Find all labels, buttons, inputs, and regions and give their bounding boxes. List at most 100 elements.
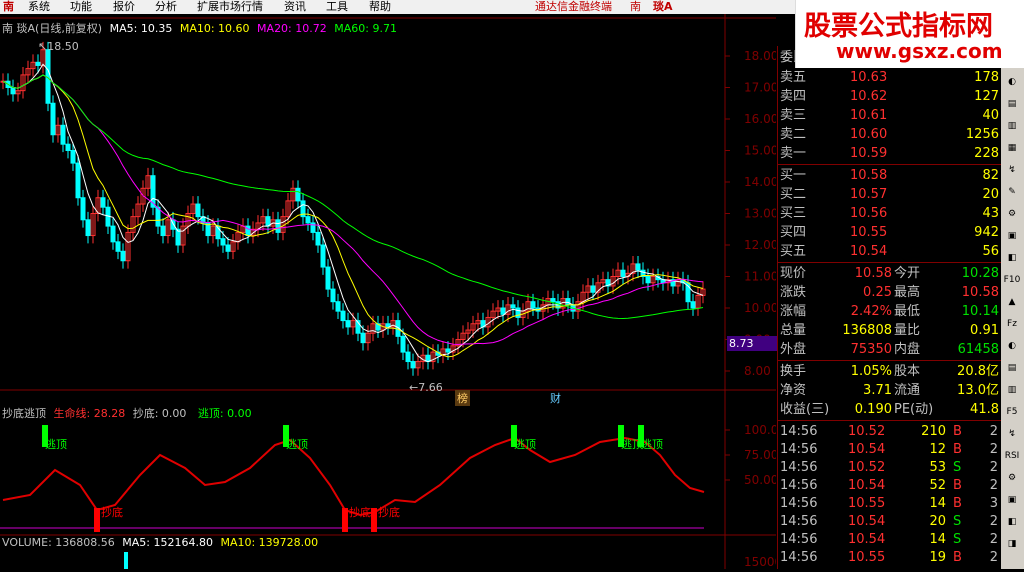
fund-value: 1.05% — [850, 364, 892, 379]
main-legend: 南 琰A(日线,前复权) MA5: 10.35 MA10: 10.60 MA20… — [2, 20, 397, 36]
toolbar-button[interactable]: ◨ — [1003, 536, 1021, 552]
candle-body — [510, 304, 516, 309]
ask-volume: 178 — [974, 70, 999, 85]
stat-label: 最低 — [894, 304, 921, 319]
price-tick-label: 11.00 — [744, 270, 776, 284]
tick-time: 14:56 — [780, 460, 818, 475]
stat-value: 75350 — [850, 342, 892, 357]
ask-price: 10.60 — [850, 127, 888, 142]
tick-price: 10.54 — [848, 514, 886, 529]
candle-body — [225, 244, 231, 252]
menu-system[interactable]: 系统 — [28, 0, 50, 14]
menu-function[interactable]: 功能 — [70, 0, 92, 14]
toolbar-button[interactable]: ◧ — [1003, 250, 1021, 266]
price-tick-label: 15.00 — [744, 144, 776, 158]
indicator-tick-label: 100.00 — [744, 423, 776, 437]
bid-label: 买五 — [780, 244, 807, 259]
toolbar-button[interactable]: ▣ — [1003, 492, 1021, 508]
high-annotation: ↖18.50 — [38, 40, 79, 53]
tag-finance[interactable]: 财 — [550, 390, 561, 406]
tick-row: 14:56 10.55 19 B 2 — [778, 548, 1002, 567]
candle-body — [80, 197, 86, 221]
tick-count: 2 — [989, 550, 998, 565]
volume-ma10: MA10: 139728.00 — [220, 536, 319, 549]
candle-body — [50, 102, 56, 136]
legend-ma60: MA60: 9.71 — [334, 22, 397, 35]
quote-panel: 委比委差卖五10.63178卖四10.62127卖三10.6140卖二10.60… — [777, 46, 1002, 569]
sell-signal-label: 逃顶 — [641, 438, 663, 451]
toolbar-button[interactable]: ▥ — [1003, 118, 1021, 134]
buy-signal-label: 抄底 — [101, 505, 123, 519]
menu-help[interactable]: 帮助 — [369, 0, 391, 14]
volume-bar — [124, 552, 128, 569]
menu-quote[interactable]: 报价 — [113, 0, 135, 14]
bid-volume: 56 — [982, 244, 999, 259]
toolbar-button[interactable]: ↯ — [1003, 162, 1021, 178]
chart-area[interactable]: 18.00 17.00 16.00 15.00 14.00 13.00 12.00 11.00… — [0, 14, 786, 569]
stat-value: 10.58 — [961, 285, 999, 300]
low-annotation: ←7.66 — [409, 381, 443, 394]
stat-value: 61458 — [957, 342, 999, 357]
volume-group: 15000 — [124, 552, 782, 569]
toolbar-button[interactable]: ▲ — [1003, 294, 1021, 310]
stat-label: 内盘 — [894, 342, 921, 357]
toolbar-button[interactable]: F5 — [1003, 404, 1021, 420]
candle-body — [115, 241, 121, 252]
menu-tools[interactable]: 工具 — [326, 0, 348, 14]
toolbar-button[interactable]: ⚙ — [1003, 206, 1021, 222]
indicator-legend: 抄底逃顶 生命线: 28.28 抄底: 0.00 逃顶: 0.00 — [2, 405, 252, 421]
toolbar-button[interactable]: ◐ — [1003, 74, 1021, 90]
toolbar-button[interactable]: ▥ — [1003, 382, 1021, 398]
toolbar-button[interactable]: F10 — [1003, 272, 1021, 288]
toolbar-button[interactable]: ↯ — [1003, 426, 1021, 442]
candle-body — [155, 206, 161, 227]
candle-body — [220, 238, 226, 246]
fund-label: 收益(三) — [780, 402, 830, 417]
candle-body — [550, 298, 556, 303]
stock-name: 琰A — [653, 0, 673, 13]
menu-analysis[interactable]: 分析 — [155, 0, 177, 14]
toolbar-button[interactable]: ▤ — [1003, 96, 1021, 112]
tick-row: 14:56 10.54 14 S 2 — [778, 530, 1002, 549]
stat-row: 总量 136808 量比 0.91 — [778, 321, 1002, 340]
sell-signal-label: 逃顶 — [45, 438, 67, 451]
toolbar-button[interactable]: ▤ — [1003, 360, 1021, 376]
toolbar-button[interactable]: ◐ — [1003, 338, 1021, 354]
tick-volume: 14 — [929, 532, 946, 547]
life-line — [2, 436, 705, 517]
tag-rank[interactable]: 榜 — [455, 390, 470, 406]
stat-row: 现价 10.58 今开 10.28 — [778, 264, 1002, 283]
candle-body — [320, 244, 326, 268]
candle-body — [360, 332, 366, 344]
bid-row: 买五 10.54 56 — [778, 242, 1002, 261]
tick-volume: 19 — [929, 550, 946, 565]
fund-row: 净资 3.71 流通 13.0亿 — [778, 381, 1002, 400]
price-tick-label: 10.00 — [744, 301, 776, 315]
tick-count: 2 — [989, 460, 998, 475]
toolbar-button[interactable]: ▦ — [1003, 140, 1021, 156]
fund-value: 20.8亿 — [957, 364, 999, 379]
watermark-title: 股票公式指标网 — [804, 11, 993, 42]
bid-price: 10.54 — [850, 244, 888, 259]
toolbar-button[interactable]: RSI — [1003, 448, 1021, 464]
tick-side: B — [953, 478, 962, 493]
bid-volume: 20 — [982, 187, 999, 202]
kline-svg[interactable]: 18.00 17.00 16.00 15.00 14.00 13.00 12.00 11.00… — [0, 14, 786, 569]
menu-news[interactable]: 资讯 — [284, 0, 306, 14]
menu-extended-market[interactable]: 扩展市场行情 — [197, 0, 263, 14]
stat-value: 0.91 — [970, 323, 999, 338]
bid-label: 买四 — [780, 225, 807, 240]
candle-body — [690, 301, 696, 309]
toolbar-button[interactable]: ✎ — [1003, 184, 1021, 200]
candle-body — [110, 225, 116, 243]
tick-price: 10.52 — [848, 460, 886, 475]
toolbar-button[interactable]: ◧ — [1003, 514, 1021, 530]
indicator-sell: 逃顶: 0.00 — [197, 407, 252, 420]
toolbar-button[interactable]: Fz — [1003, 316, 1021, 332]
tick-row: 14:56 10.52 53 S 2 — [778, 458, 1002, 477]
toolbar-button[interactable]: ⚙ — [1003, 470, 1021, 486]
stat-row: 外盘 75350 内盘 61458 — [778, 340, 1002, 359]
tick-price: 10.52 — [848, 424, 886, 439]
fund-label: 换手 — [780, 364, 807, 379]
toolbar-button[interactable]: ▣ — [1003, 228, 1021, 244]
